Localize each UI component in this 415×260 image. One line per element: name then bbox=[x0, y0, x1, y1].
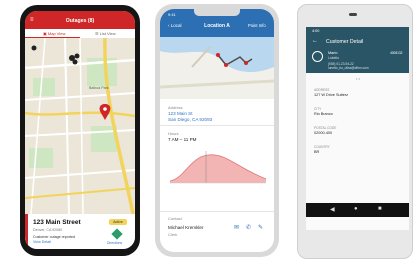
outage-marker-icon bbox=[31, 45, 37, 51]
route-start-icon bbox=[216, 53, 220, 57]
address-value: 127 W Drive Sutterz bbox=[314, 93, 348, 97]
map-view[interactable]: Balboa Park bbox=[25, 38, 135, 214]
customer-id: 4008132 bbox=[390, 51, 403, 55]
card-title: 123 Main Street bbox=[33, 219, 81, 226]
customer-email[interactable]: lunetto_bo_ufisa@dfirm.com bbox=[328, 66, 369, 70]
country-value: BR bbox=[314, 150, 320, 154]
message-icon[interactable]: ✉ bbox=[234, 224, 239, 231]
earpiece bbox=[349, 13, 357, 16]
phone-icon[interactable]: ✆ bbox=[246, 224, 251, 231]
outage-cluster-icon bbox=[69, 53, 80, 65]
location-screen: 9:41 ‹ Local Location A Point Info Addre… bbox=[160, 9, 274, 252]
point-info-button[interactable]: Point Info bbox=[248, 23, 266, 28]
map-canvas bbox=[25, 38, 135, 214]
address-label: ADDRESS bbox=[314, 88, 330, 92]
outages-screen: ≡ Outages (8) ▣ Map View ☰ List View Bal… bbox=[25, 11, 135, 249]
back-nav-icon[interactable]: ◀ bbox=[330, 206, 335, 213]
card-accent-bar bbox=[25, 214, 28, 249]
page-title: Outages (8) bbox=[65, 18, 95, 24]
page-title: Customer Detail bbox=[326, 39, 364, 45]
contact-label: Contact bbox=[168, 216, 182, 221]
country-label: COUNTRY bbox=[314, 145, 330, 149]
map-place-label: Balboa Park bbox=[89, 86, 109, 90]
city-value: Rio Branco bbox=[314, 112, 333, 116]
card-description: Customer outage reported bbox=[33, 235, 75, 239]
contact-name: Michael Kremkler bbox=[168, 225, 204, 230]
busy-hours-chart bbox=[169, 151, 267, 184]
outage-detail-card[interactable]: 123 Main Street Active Denver, CA 92080 … bbox=[25, 214, 135, 249]
app-header: ≡ Outages (8) bbox=[25, 11, 135, 29]
status-badge: Active bbox=[109, 219, 127, 225]
city-label: CITY bbox=[314, 107, 322, 111]
map-pin-icon bbox=[99, 104, 111, 120]
customer-name: Mario bbox=[328, 51, 338, 55]
back-arrow-icon[interactable]: ← bbox=[312, 38, 318, 44]
status-time: 4:00 bbox=[312, 29, 320, 33]
address-line-2[interactable]: San Diego, CA 92093 bbox=[168, 117, 212, 122]
postal-code-label: POSTAL CODE bbox=[314, 126, 337, 130]
home-nav-icon[interactable]: ● bbox=[354, 206, 358, 212]
avatar-icon bbox=[312, 51, 323, 62]
recents-nav-icon[interactable]: ■ bbox=[378, 206, 382, 212]
status-time: 9:41 bbox=[168, 12, 176, 17]
detail-header: 4:00 ← Customer Detail Mario Lobello (55… bbox=[306, 27, 409, 73]
directions-icon[interactable] bbox=[111, 228, 123, 240]
postal-code-value: 02000-400 bbox=[314, 131, 333, 135]
route-end-icon bbox=[244, 61, 248, 65]
page-indicator: • • bbox=[356, 76, 360, 81]
android-nav-bar: ◀ ● ■ bbox=[306, 203, 409, 217]
customer-surname: Lobello bbox=[328, 56, 339, 60]
contact-role: Clerk bbox=[168, 232, 178, 237]
hours-label: Hours bbox=[168, 131, 179, 136]
detail-panel: Address 123 Main St San Diego, CA 92093 … bbox=[160, 99, 274, 252]
route-map-canvas bbox=[160, 37, 274, 89]
divider bbox=[160, 125, 274, 126]
tab-map-view[interactable]: ▣ Map View bbox=[43, 31, 65, 36]
divider bbox=[160, 211, 274, 212]
tab-map-label: Map View bbox=[47, 31, 66, 36]
route-stop-icon bbox=[224, 63, 228, 67]
card-city: Denver, CA 92080 bbox=[33, 228, 63, 232]
directions-label[interactable]: Directions bbox=[107, 241, 122, 245]
tab-list-label: List View bbox=[99, 31, 116, 36]
phone-notch bbox=[194, 9, 240, 16]
tab-list-view[interactable]: ☰ List View bbox=[95, 31, 116, 36]
email-icon[interactable]: ✎ bbox=[258, 224, 263, 231]
hours-value: 7 AM – 11 PM bbox=[168, 137, 197, 142]
view-detail-link[interactable]: View Detail bbox=[33, 240, 51, 244]
route-map[interactable] bbox=[160, 37, 274, 99]
address-line-1[interactable]: 123 Main St bbox=[168, 111, 193, 116]
address-label: Address bbox=[168, 105, 183, 110]
customer-detail-screen: 4:00 ← Customer Detail Mario Lobello (55… bbox=[306, 27, 409, 230]
